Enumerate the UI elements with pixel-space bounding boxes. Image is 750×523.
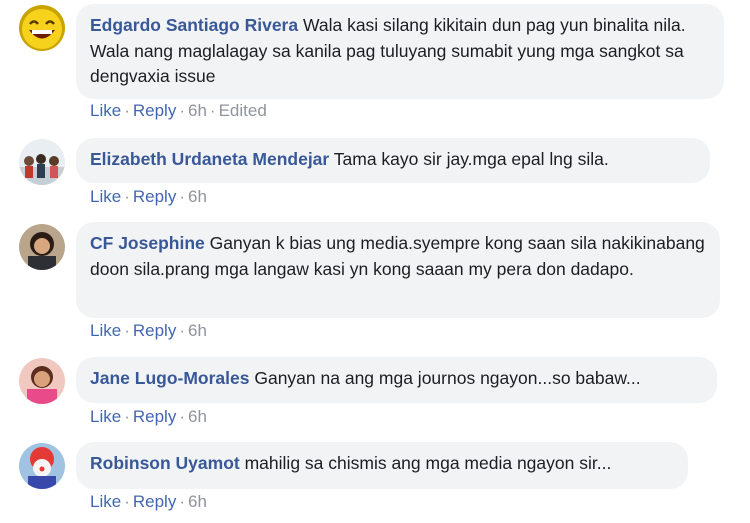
comment-text: Tama kayo sir jay.mga epal lng sila. xyxy=(333,149,609,169)
separator-dot: · xyxy=(179,101,185,120)
comment-text: Ganyan na ang mga journos ngayon...so ba… xyxy=(254,368,641,388)
comment-bubble: CF Josephine Ganyan k bias ung media.sye… xyxy=(76,222,720,318)
comment-bubble: Elizabeth Urdaneta Mendejar Tama kayo si… xyxy=(76,138,710,183)
separator-dot: · xyxy=(209,101,216,120)
comment-actions: Like · Reply · 6h xyxy=(90,492,207,512)
timestamp-link[interactable]: 6h xyxy=(188,101,207,120)
comment-author-link[interactable]: Elizabeth Urdaneta Mendejar xyxy=(90,149,329,169)
timestamp-link[interactable]: 6h xyxy=(188,407,207,426)
comment-author-link[interactable]: Edgardo Santiago Rivera xyxy=(90,15,298,35)
reply-button[interactable]: Reply xyxy=(133,321,176,340)
comment-actions: Like · Reply · 6h xyxy=(90,407,207,427)
separator-dot: · xyxy=(124,101,130,120)
separator-dot: · xyxy=(124,187,130,206)
edited-label[interactable]: Edited xyxy=(219,101,267,120)
separator-dot: · xyxy=(124,407,130,426)
group-photo-avatar[interactable] xyxy=(19,139,65,185)
separator-dot: · xyxy=(179,321,185,340)
separator-dot: · xyxy=(179,187,185,206)
reply-button[interactable]: Reply xyxy=(133,407,176,426)
laughing-face-avatar[interactable] xyxy=(19,5,65,51)
comment-bubble: Jane Lugo-Morales Ganyan na ang mga jour… xyxy=(76,357,717,403)
timestamp-link[interactable]: 6h xyxy=(188,187,207,206)
comment-author-link[interactable]: Robinson Uyamot xyxy=(90,453,240,473)
woman-pink-photo-avatar[interactable] xyxy=(19,358,65,404)
like-button[interactable]: Like xyxy=(90,187,121,206)
comment-actions: Like · Reply · 6h xyxy=(90,187,207,207)
timestamp-link[interactable]: 6h xyxy=(188,492,207,511)
like-button[interactable]: Like xyxy=(90,407,121,426)
comment-actions: Like · Reply · 6h xyxy=(90,321,207,341)
clown-avatar[interactable] xyxy=(19,443,65,489)
like-button[interactable]: Like xyxy=(90,321,121,340)
reply-button[interactable]: Reply xyxy=(133,101,176,120)
reply-button[interactable]: Reply xyxy=(133,187,176,206)
separator-dot: · xyxy=(124,321,130,340)
comment-text: mahilig sa chismis ang mga media ngayon … xyxy=(244,453,612,473)
comment-bubble: Robinson Uyamot mahilig sa chismis ang m… xyxy=(76,442,688,489)
comment-feed: Edgardo Santiago Rivera Wala kasi silang… xyxy=(0,0,750,523)
woman-photo-avatar[interactable] xyxy=(19,224,65,270)
reply-button[interactable]: Reply xyxy=(133,492,176,511)
separator-dot: · xyxy=(179,492,185,511)
comment-bubble: Edgardo Santiago Rivera Wala kasi silang… xyxy=(76,4,724,99)
comment-actions: Like · Reply · 6h · Edited xyxy=(90,101,267,121)
comment-author-link[interactable]: CF Josephine xyxy=(90,233,205,253)
timestamp-link[interactable]: 6h xyxy=(188,321,207,340)
like-button[interactable]: Like xyxy=(90,101,121,120)
separator-dot: · xyxy=(124,492,130,511)
separator-dot: · xyxy=(179,407,185,426)
comment-author-link[interactable]: Jane Lugo-Morales xyxy=(90,368,249,388)
like-button[interactable]: Like xyxy=(90,492,121,511)
